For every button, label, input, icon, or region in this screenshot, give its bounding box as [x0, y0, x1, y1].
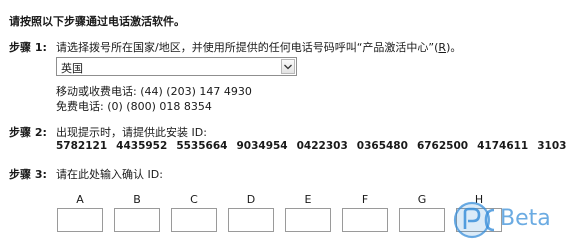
install-id-group: 4435952 — [116, 140, 168, 152]
confirmation-id-field-g[interactable] — [399, 208, 445, 232]
country-selected-value: 英国 — [61, 62, 83, 75]
step2-label: 步骤 2: — [9, 126, 47, 139]
confirmation-id-field-e[interactable] — [285, 208, 331, 232]
dropdown-button[interactable] — [281, 59, 295, 74]
step1-accelerator-key: R — [438, 41, 447, 54]
step3-label: 步骤 3: — [9, 168, 47, 181]
column-label-d: D — [246, 193, 256, 206]
confirmation-id-field-b[interactable] — [114, 208, 160, 232]
step1-instruction-suffix: )。 — [446, 41, 462, 54]
installation-id: 5782121 4435952 5535664 9034954 0422303 03654… — [56, 140, 567, 152]
column-label-a: A — [76, 193, 84, 206]
install-id-group: 0365480 — [356, 140, 408, 152]
install-id-group: 5535664 — [176, 140, 228, 152]
install-id-group: 3103526 — [537, 140, 567, 152]
install-id-group: 5782121 — [56, 140, 108, 152]
confirmation-id-field-a[interactable] — [57, 208, 103, 232]
step3-instruction: 请在此处输入确认 ID: — [56, 168, 163, 181]
page-heading: 请按照以下步骤通过电话激活软件。 — [9, 15, 185, 28]
install-id-group: 6762500 — [416, 140, 469, 152]
country-dropdown[interactable]: 英国 — [56, 57, 297, 76]
step1-instruction-prefix: 请选择拨号所在国家/地区，并使用所提供的任何电话号码呼叫“产品激活中心”( — [56, 41, 439, 54]
column-label-f: F — [361, 193, 369, 206]
step1-label: 步骤 1: — [9, 41, 47, 54]
step2-instruction: 出现提示时，请提供此安装 ID: — [56, 126, 207, 139]
column-label-g: G — [417, 193, 427, 206]
pcbeta-watermark-logo: Beta — [450, 196, 562, 240]
column-label-e: E — [304, 193, 312, 206]
chevron-down-icon — [284, 64, 292, 69]
install-id-group: 0422303 — [296, 140, 348, 152]
column-label-b: B — [133, 193, 141, 206]
confirmation-id-field-d[interactable] — [228, 208, 274, 232]
step1-instruction: 请选择拨号所在国家/地区，并使用所提供的任何电话号码呼叫“产品激活中心”(R)。 — [56, 39, 461, 55]
install-id-group: 4174611 — [477, 140, 529, 152]
install-id-group: 9034954 — [236, 140, 288, 152]
watermark-brand-text: Beta — [500, 206, 551, 231]
toll-phone-number: 移动或收费电话: (44) (203) 147 4930 — [56, 85, 252, 98]
confirmation-id-field-c[interactable] — [171, 208, 217, 232]
column-label-c: C — [190, 193, 198, 206]
confirmation-id-field-f[interactable] — [342, 208, 388, 232]
toll-free-phone-number: 免费电话: (0) (800) 018 8354 — [56, 100, 212, 113]
